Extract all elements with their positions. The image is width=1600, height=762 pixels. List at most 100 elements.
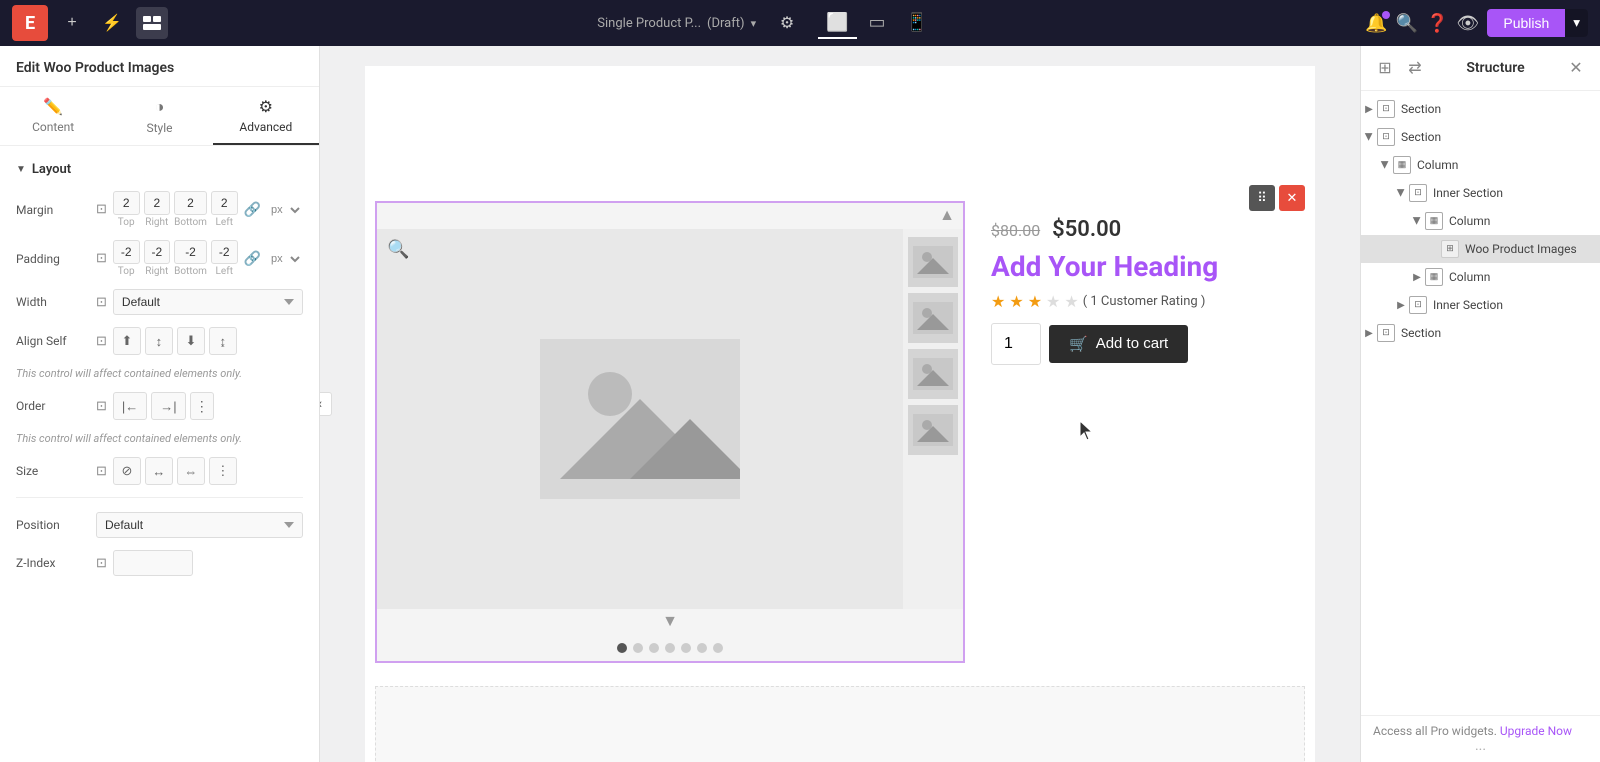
product-info-area: $80.00 $50.00 Add Your Heading ★ ★ ★ ★ ★… (975, 201, 1355, 381)
publish-dropdown-button[interactable]: ▾ (1565, 9, 1588, 37)
size-responsive-icon: ⊡ (96, 464, 107, 479)
dot-3[interactable] (649, 643, 659, 653)
width-select[interactable]: DefaultCustomInitial (113, 289, 303, 315)
structure-sort-icon-button[interactable]: ⇄ (1403, 56, 1427, 80)
padding-right-label: Right (145, 266, 168, 277)
tree-item-inner-section2[interactable]: ▶ ⊡ Inner Section (1361, 291, 1600, 319)
tree-arrow-inner-section2[interactable]: ▶ (1393, 297, 1409, 313)
position-select[interactable]: DefaultFixedAbsolute (96, 512, 303, 538)
collapse-panel-button[interactable]: ‹ (320, 392, 332, 416)
size-none-button[interactable]: ⊘ (113, 457, 141, 485)
thumbnail-4[interactable] (908, 405, 958, 455)
dot-2[interactable] (633, 643, 643, 653)
device-switcher: ⬜ ▭ 📱 (818, 8, 936, 39)
tree-item-woo-product-images[interactable]: ▶ ⊞ Woo Product Images (1361, 235, 1600, 263)
more-dots[interactable]: ... (1373, 738, 1588, 754)
margin-bottom-input[interactable] (174, 191, 207, 215)
position-label: Position (16, 518, 96, 532)
tree-arrow-column2[interactable]: ▶ (1409, 213, 1425, 229)
margin-unit-selector[interactable]: pxem% (267, 203, 303, 217)
size-shrink-button[interactable]: ⇔ (177, 457, 205, 485)
preview-button[interactable]: 👁 (1457, 13, 1480, 34)
mobile-view-button[interactable]: 📱 (898, 8, 936, 39)
tree-item-section3[interactable]: ▶ ⊡ Section (1361, 319, 1600, 347)
page-settings-button[interactable]: ⚙ (772, 8, 802, 38)
tree-item-section2[interactable]: ▶ ⊡ Section (1361, 123, 1600, 151)
desktop-view-button[interactable]: ⬜ (818, 8, 856, 39)
padding-bottom-input[interactable] (174, 240, 207, 264)
widget-close-button[interactable]: ✕ (1279, 185, 1305, 211)
order-buttons: |← →| ⋮ (113, 392, 214, 420)
order-more-button[interactable]: ⋮ (190, 392, 214, 420)
tree-arrow-section3[interactable]: ▶ (1361, 325, 1377, 341)
tree-arrow-column1[interactable]: ▶ (1377, 157, 1393, 173)
align-middle-button[interactable]: ↕ (145, 327, 173, 355)
elementor-logo[interactable]: E (12, 5, 48, 41)
tree-arrow-section1[interactable]: ▶ (1361, 101, 1377, 117)
order-end-button[interactable]: →| (151, 392, 185, 420)
size-grow-button[interactable]: ↔ (145, 457, 173, 485)
padding-unit-selector[interactable]: pxem% (267, 252, 303, 266)
publish-button[interactable]: Publish (1487, 9, 1565, 37)
padding-top-input[interactable] (113, 240, 140, 264)
main-layout: Edit Woo Product Images ✏️ Content ◑ Sty… (0, 46, 1600, 762)
thumbnail-2[interactable] (908, 293, 958, 343)
layout-toggle-arrow[interactable]: ▼ (16, 164, 26, 175)
align-stretch-button[interactable]: ↨ (209, 327, 237, 355)
dot-1[interactable] (617, 643, 627, 653)
search-button[interactable]: 🔍 (1396, 13, 1418, 34)
upgrade-now-link[interactable]: Upgrade Now (1500, 724, 1572, 738)
structure-panel-title: Structure (1466, 60, 1524, 76)
tree-item-column1[interactable]: ▶ ▦ Column (1361, 151, 1600, 179)
tree-item-section1[interactable]: ▶ ⊡ Section (1361, 95, 1600, 123)
structure-button[interactable] (136, 7, 168, 39)
image-nav-down-button[interactable]: ▼ (662, 613, 678, 631)
settings-button[interactable]: ⚡ (96, 7, 128, 39)
product-image-dots (377, 635, 963, 661)
align-bottom-button[interactable]: ⬇ (177, 327, 205, 355)
tree-item-column3[interactable]: ▶ ▦ Column (1361, 263, 1600, 291)
dot-5[interactable] (681, 643, 691, 653)
align-top-button[interactable]: ⬆ (113, 327, 141, 355)
tree-arrow-column3[interactable]: ▶ (1409, 269, 1425, 285)
z-index-input[interactable] (113, 550, 193, 576)
cart-icon: 🛒 (1069, 335, 1088, 353)
tree-item-inner-section1[interactable]: ▶ ⊡ Inner Section (1361, 179, 1600, 207)
tree-arrow-inner-section1[interactable]: ▶ (1393, 185, 1409, 201)
image-nav-up-button[interactable]: ▲ (939, 207, 955, 225)
add-to-cart-button[interactable]: 🛒 Add to cart (1049, 325, 1188, 363)
tree-item-column2[interactable]: ▶ ▦ Column (1361, 207, 1600, 235)
margin-right-input[interactable] (144, 191, 171, 215)
widget-move-button[interactable]: ⠿ (1249, 185, 1275, 211)
padding-right-input[interactable] (144, 240, 171, 264)
tab-style[interactable]: ◑ Style (106, 87, 212, 145)
dot-7[interactable] (713, 643, 723, 653)
product-images-widget[interactable]: ▲ 🔍 (375, 201, 965, 663)
padding-link-icon[interactable]: 🔗 (244, 251, 261, 267)
panel-content: ▼ Layout Margin ⊡ Top Right (0, 146, 319, 762)
image-search-icon[interactable]: 🔍 (387, 239, 409, 260)
help-button[interactable]: ❓ (1426, 13, 1448, 34)
size-more-button[interactable]: ⋮ (209, 457, 237, 485)
quantity-input[interactable] (991, 323, 1041, 365)
tablet-view-button[interactable]: ▭ (861, 8, 894, 39)
add-to-cart-label: Add to cart (1096, 335, 1169, 352)
dot-6[interactable] (697, 643, 707, 653)
tab-advanced[interactable]: ⚙ Advanced (213, 87, 319, 145)
add-widget-button[interactable]: + (56, 7, 88, 39)
thumbnail-1[interactable] (908, 237, 958, 287)
order-start-button[interactable]: |← (113, 392, 147, 420)
structure-close-button[interactable]: ✕ (1564, 56, 1588, 80)
notifications-button[interactable]: 🔔 (1365, 13, 1387, 34)
padding-left-input[interactable] (211, 240, 238, 264)
tree-arrow-section2[interactable]: ▶ (1361, 129, 1377, 145)
margin-left-input[interactable] (211, 191, 238, 215)
structure-layout-icon-button[interactable]: ⊞ (1373, 56, 1397, 80)
structure-panel-header: ⊞ ⇄ Structure ✕ (1361, 46, 1600, 91)
margin-link-icon[interactable]: 🔗 (244, 202, 261, 218)
tab-content[interactable]: ✏️ Content (0, 87, 106, 145)
thumbnail-3[interactable] (908, 349, 958, 399)
dot-4[interactable] (665, 643, 675, 653)
margin-top-input[interactable] (113, 191, 140, 215)
align-self-controls: ⊡ ⬆ ↕ ⬇ ↨ (96, 327, 303, 355)
